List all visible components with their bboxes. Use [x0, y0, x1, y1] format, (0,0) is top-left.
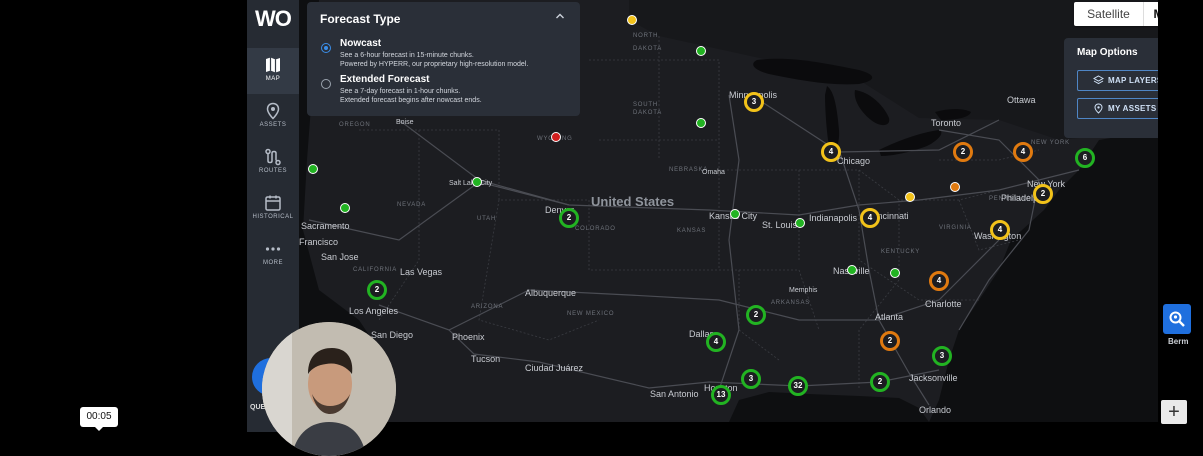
- asset-cluster[interactable]: 2: [870, 372, 890, 392]
- map-layers-label: MAP LAYERS: [1108, 76, 1163, 85]
- sidebar-item-label: ROUTES: [258, 168, 287, 174]
- presenter-avatar: [262, 322, 396, 456]
- asset-cluster[interactable]: 13: [711, 385, 731, 405]
- option-description-line: Extended forecast begins after nowcast e…: [340, 97, 482, 104]
- asset-cluster[interactable]: 32: [788, 376, 808, 396]
- cluster-count: 4: [828, 147, 834, 156]
- layers-icon: [1093, 75, 1104, 85]
- sidebar-item-more[interactable]: MORE: [247, 232, 299, 278]
- forecast-type-panel: Forecast Type Nowcast See a 6-hour forec…: [307, 2, 580, 116]
- option-description-line: Powered by HYPERR, our proprietary high-…: [340, 61, 529, 68]
- option-title: Nowcast: [340, 38, 382, 49]
- cluster-count: 2: [887, 336, 893, 345]
- location-pin-icon: [266, 102, 280, 120]
- asset-marker[interactable]: [472, 177, 482, 187]
- asset-marker[interactable]: [905, 192, 915, 202]
- option-description-line: See a 7-day forecast in 1-hour chunks.: [340, 88, 461, 95]
- cluster-count: 4: [1020, 147, 1026, 156]
- sidebar-item-label: HISTORICAL: [252, 214, 294, 220]
- asset-cluster[interactable]: 6: [1075, 148, 1095, 168]
- asset-marker[interactable]: [696, 118, 706, 128]
- asset-cluster[interactable]: 2: [880, 331, 900, 351]
- asset-cluster[interactable]: 4: [860, 208, 880, 228]
- right-letterbox: [1158, 0, 1203, 432]
- asset-cluster[interactable]: 3: [744, 92, 764, 112]
- cluster-count: 4: [713, 337, 719, 346]
- recording-timer: 00:05: [80, 407, 118, 431]
- cluster-count: 4: [936, 276, 942, 285]
- cluster-count: 2: [1040, 189, 1046, 198]
- asset-cluster[interactable]: 2: [367, 280, 387, 300]
- chevron-up-icon[interactable]: [555, 10, 565, 24]
- webcam-overlay: [262, 322, 396, 456]
- location-pin-icon: [1094, 103, 1103, 114]
- asset-marker[interactable]: [950, 182, 960, 192]
- asset-cluster[interactable]: 4: [706, 332, 726, 352]
- asset-marker[interactable]: [551, 132, 561, 142]
- cluster-count: 3: [748, 374, 754, 383]
- option-description-line: See a 6-hour forecast in 15-minute chunk…: [340, 52, 474, 59]
- sidebar-item-routes[interactable]: ROUTES: [247, 140, 299, 186]
- calendar-icon: [265, 195, 281, 211]
- satellite-view-button[interactable]: Satellite: [1074, 2, 1143, 26]
- asset-marker[interactable]: [890, 268, 900, 278]
- sidebar-item-label: MORE: [263, 260, 283, 266]
- forecast-panel-title: Forecast Type: [320, 12, 401, 26]
- sidebar-item-label: MAP: [265, 76, 281, 82]
- asset-cluster[interactable]: 2: [559, 208, 579, 228]
- asset-marker[interactable]: [627, 15, 637, 25]
- search-icon: [1169, 311, 1185, 327]
- asset-cluster[interactable]: 4: [1013, 142, 1033, 162]
- cluster-count: 2: [877, 377, 883, 386]
- sidebar-item-label: ASSETS: [259, 122, 287, 128]
- asset-cluster[interactable]: 4: [990, 220, 1010, 240]
- asset-marker[interactable]: [308, 164, 318, 174]
- asset-cluster[interactable]: 2: [1033, 184, 1053, 204]
- cluster-count: 13: [716, 390, 726, 399]
- cluster-count: 4: [997, 225, 1003, 234]
- left-letterbox: [0, 0, 247, 432]
- asset-cluster[interactable]: 2: [953, 142, 973, 162]
- app-logo[interactable]: WO: [247, 6, 299, 36]
- country-label: United States: [591, 194, 675, 209]
- my-assets-label: MY ASSETS: [1108, 104, 1157, 113]
- cluster-count: 2: [566, 213, 572, 222]
- zoom-in-button[interactable]: +: [1161, 400, 1187, 424]
- sidebar-item-assets[interactable]: ASSETS: [247, 94, 299, 140]
- cluster-count: 2: [374, 285, 380, 294]
- cluster-count: 4: [867, 213, 873, 222]
- option-description: See a 7-day forecast in 1-hour chunks. E…: [340, 87, 482, 105]
- que-label: QUE: [250, 404, 266, 411]
- asset-cluster[interactable]: 4: [929, 271, 949, 291]
- map-icon: [266, 57, 280, 73]
- asset-marker[interactable]: [340, 203, 350, 213]
- sidebar-item-map[interactable]: MAP: [247, 48, 299, 94]
- cluster-count: 2: [753, 310, 759, 319]
- cluster-count: 3: [751, 97, 757, 106]
- asset-marker[interactable]: [696, 46, 706, 56]
- asset-cluster[interactable]: 2: [746, 305, 766, 325]
- option-description: See a 6-hour forecast in 15-minute chunk…: [340, 51, 528, 69]
- asset-marker[interactable]: [847, 265, 857, 275]
- more-dots-icon: [265, 247, 281, 251]
- cluster-count: 2: [960, 147, 966, 156]
- asset-marker[interactable]: [730, 209, 740, 219]
- sidebar-item-historical[interactable]: HISTORICAL: [247, 186, 299, 232]
- asset-cluster[interactable]: 3: [741, 369, 761, 389]
- cluster-count: 3: [939, 351, 945, 360]
- route-icon: [265, 148, 281, 166]
- cluster-count: 32: [793, 381, 803, 390]
- asset-cluster[interactable]: 3: [932, 346, 952, 366]
- radio-unselected-icon[interactable]: [321, 79, 331, 89]
- asset-cluster[interactable]: 4: [821, 142, 841, 162]
- map-options-title: Map Options: [1077, 47, 1138, 58]
- asset-marker[interactable]: [795, 218, 805, 228]
- side-label: Berm: [1168, 337, 1189, 346]
- radio-selected-icon[interactable]: [321, 43, 331, 53]
- option-title: Extended Forecast: [340, 74, 430, 85]
- cluster-count: 6: [1082, 153, 1088, 162]
- search-location-button[interactable]: [1163, 304, 1191, 334]
